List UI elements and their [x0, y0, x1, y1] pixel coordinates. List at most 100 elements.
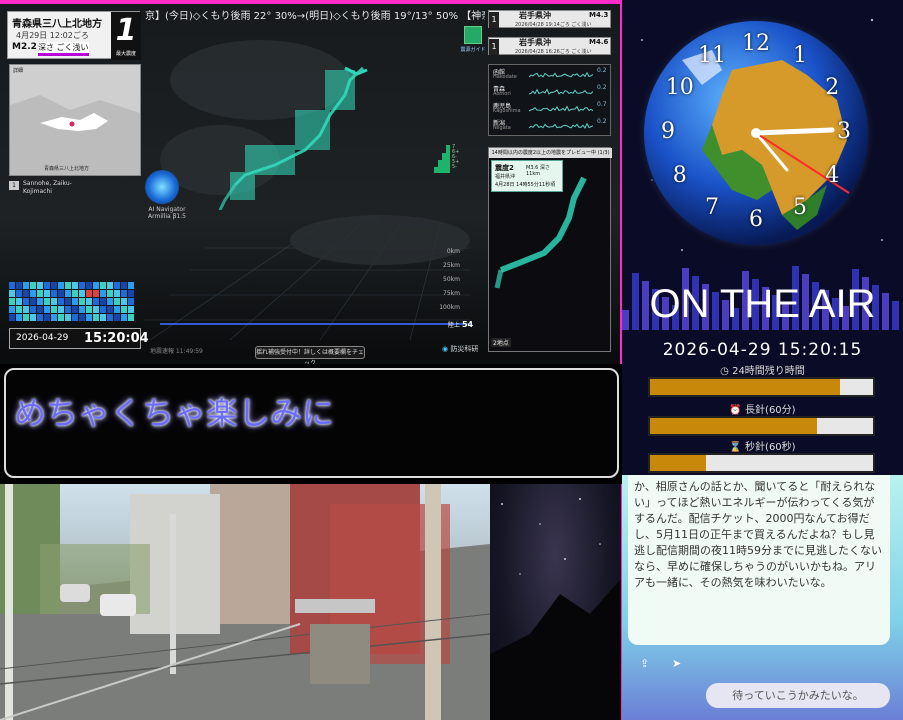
- quake-timestamp: 地震速報 11:49:59: [150, 348, 203, 355]
- side-quake-2-time: 2026/04/28 16:26ごろ ごく浅い: [515, 49, 592, 55]
- level-indicator: 陸上 54: [448, 320, 486, 342]
- levels-bars: [434, 145, 450, 173]
- quake-magnitude: M2.2: [12, 42, 37, 52]
- seismo-wave: [529, 71, 593, 78]
- heat-cell: [30, 282, 36, 289]
- street-scene: [0, 484, 490, 720]
- heat-cell: [86, 314, 92, 321]
- heat-cell: [121, 290, 127, 297]
- weather-ticker: 京】(今日)◇くもり後雨 22° 30%→(明日)◇くもり後雨 19°/13° …: [145, 11, 485, 22]
- clock-number: 1: [793, 42, 807, 68]
- clock-number: 5: [793, 195, 807, 221]
- subtitle-text: めちゃくちゃ楽しみに: [14, 394, 335, 432]
- seismo-station-en: Aomori: [493, 91, 511, 97]
- ai-orb-icon: [145, 170, 179, 204]
- heat-cell: [121, 298, 127, 305]
- epicenter-minimap: 詳細 青森県三八上北地方: [9, 64, 141, 176]
- intensity-label: 最大震度: [115, 51, 136, 57]
- progress-fill-day: [650, 379, 840, 395]
- seismo-row: 新潟 Niigata 0.2: [489, 118, 612, 134]
- current-datetime: 2026-04-29 15:20:15: [662, 340, 863, 360]
- heat-cell: [121, 282, 127, 289]
- preview-caption: 2地点: [491, 338, 511, 347]
- monitor-clock: 2026-04-29 15:20:04: [9, 328, 149, 349]
- heat-cell: [128, 282, 134, 289]
- heat-cell: [107, 314, 113, 321]
- heat-cell: [72, 298, 78, 305]
- heat-cell: [37, 298, 43, 305]
- progress-fill-sec: [650, 455, 706, 471]
- heat-cell: [9, 306, 15, 313]
- progress-label-min-text: 長針(60分): [745, 405, 796, 416]
- notice-button[interactable]: 揺れ補強受付中！詳しくは概要欄をチェック: [255, 346, 365, 364]
- side-quake-1[interactable]: 1 岩手県沖 M4.3 2026/04/28 19:14ごろ ごく浅い: [488, 10, 611, 28]
- seismo-station-en: Hakodate: [493, 74, 517, 80]
- alarm-icon: ⏰: [729, 405, 746, 416]
- heat-cell: [51, 314, 57, 321]
- progress-bar-min: [648, 416, 875, 436]
- heat-cell: [100, 306, 106, 313]
- depth-100: 100km: [439, 304, 460, 311]
- ai-navigator: AI Navigator Armillia β1.5: [143, 170, 203, 230]
- affected-list: 1 Sannohe, Zaiku-Kojimachi: [9, 180, 141, 200]
- heat-cell: [79, 282, 85, 289]
- progress-bar-sec: [648, 453, 875, 473]
- subtitle-box: めちゃくちゃ楽しみに: [4, 368, 619, 478]
- heat-cell: [30, 314, 36, 321]
- heat-cell: [51, 298, 57, 305]
- seismo-value: 0.2: [597, 118, 607, 125]
- clock-number: 10: [665, 75, 694, 100]
- clock-number: 7: [705, 195, 719, 221]
- heat-cell: [86, 282, 92, 289]
- heat-cell: [37, 314, 43, 321]
- heat-cell: [9, 298, 15, 305]
- progress-label-sec-text: 秒針(60秒): [745, 442, 796, 453]
- heat-cell: [65, 298, 71, 305]
- heat-cell: [9, 282, 15, 289]
- seismo-station-en: Niigata: [493, 125, 511, 131]
- clock-panel: 12 1 2 3 4 5 6 7 8 9 10 11 ON THE AIR 2026-04-29 15…: [622, 0, 903, 475]
- heat-cell: [44, 298, 50, 305]
- seismo-value: 0.2: [597, 84, 607, 91]
- seismic-guide[interactable]: 震源ガイド: [460, 26, 486, 62]
- heat-cell: [93, 282, 99, 289]
- heat-cell: [58, 314, 64, 321]
- heat-cell: [86, 306, 92, 313]
- chat-input-bubble[interactable]: 待っていこうかみたいな。: [706, 683, 890, 708]
- heat-cell: [9, 314, 15, 321]
- heat-cell: [65, 306, 71, 313]
- heat-cell: [93, 314, 99, 321]
- progress-label-min: ⏰ 長針(60分): [622, 401, 903, 416]
- heat-cell: [23, 282, 29, 289]
- send-icon[interactable]: ➤: [672, 657, 690, 671]
- heat-cell: [121, 314, 127, 321]
- progress-fill-min: [650, 418, 818, 434]
- progress-bar-day: [648, 377, 875, 397]
- seismo-row: 函館 Hakodate 0.2: [489, 67, 612, 83]
- heat-cell: [114, 282, 120, 289]
- preview-title: 震度2: [495, 164, 514, 172]
- seismograph-panel: 函館 Hakodate 0.2 青森 Aomori 0.2 鹿児島 Kagoshima 0.7 新…: [488, 64, 611, 136]
- list-number: 1: [9, 181, 19, 190]
- heat-cell: [93, 306, 99, 313]
- heat-cell: [79, 290, 85, 297]
- side-quake-2-place: 岩手県沖: [519, 38, 551, 47]
- seismo-row: 青森 Aomori 0.2: [489, 84, 612, 100]
- heat-cell: [79, 314, 85, 321]
- seismo-station-en: Kagoshima: [493, 108, 521, 114]
- clock-number: 9: [661, 119, 675, 144]
- heat-cell: [37, 282, 43, 289]
- clock-number: 11: [698, 42, 726, 68]
- heat-cell: [121, 306, 127, 313]
- seismo-wave: [529, 88, 593, 95]
- side-quake-2[interactable]: 1 岩手県沖 M4.6 2026/04/28 16:26ごろ ごく浅い: [488, 37, 611, 55]
- share-icon[interactable]: ⇪: [640, 657, 658, 671]
- clock-number: 4: [825, 163, 840, 188]
- clock-number: 2: [825, 75, 840, 100]
- ai-line1: AI Navigator: [148, 206, 186, 213]
- clock-face: 12 1 2 3 4 5 6 7 8 9 10 11: [622, 0, 903, 270]
- level-value: 54: [461, 320, 474, 329]
- heat-cell: [23, 290, 29, 297]
- seismo-row: 鹿児島 Kagoshima 0.7: [489, 101, 612, 117]
- heat-cell: [30, 306, 36, 313]
